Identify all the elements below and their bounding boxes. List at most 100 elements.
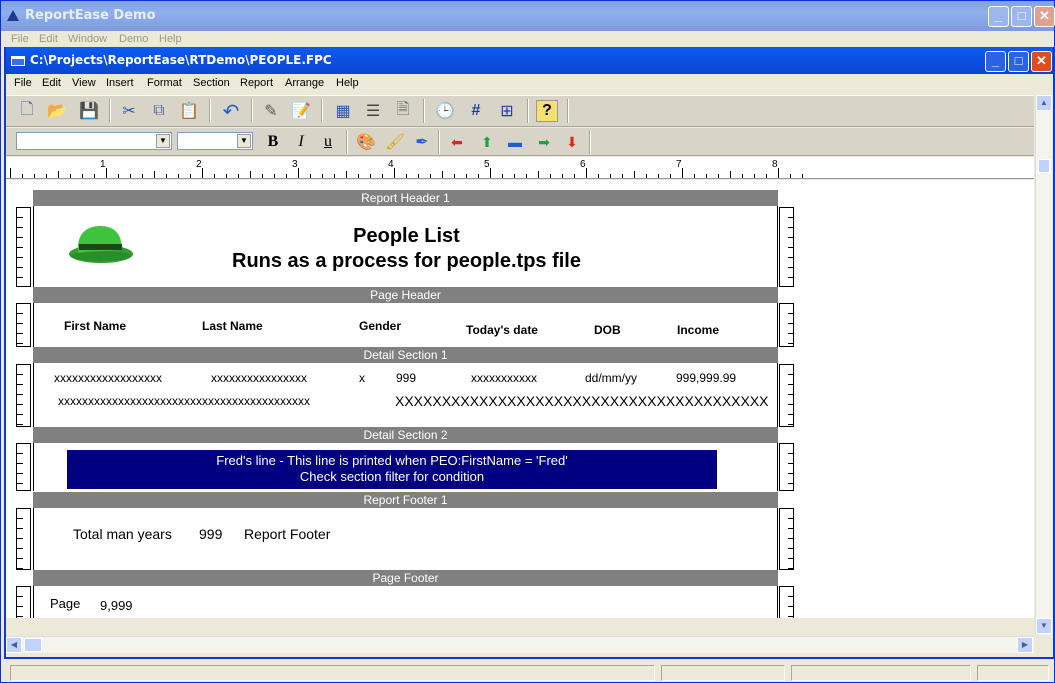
menu-insert[interactable]: Insert	[106, 77, 134, 89]
section-page-header[interactable]: First Name Last Name Gender Today's date…	[33, 303, 778, 347]
new-file-icon[interactable]: 🗋	[16, 100, 38, 122]
italic-button[interactable]: I	[290, 131, 312, 153]
ruler-tick	[250, 171, 251, 178]
table-icon[interactable]: ▦	[332, 100, 354, 122]
app-menu-demo[interactable]: Demo	[119, 33, 148, 45]
vertical-scroll-thumb[interactable]	[1038, 159, 1050, 173]
section-page-footer[interactable]: Page 9,999	[33, 586, 778, 618]
app-minimize-button[interactable]: _	[988, 6, 1009, 27]
ruler-tick	[454, 174, 455, 178]
col-dob[interactable]: DOB	[594, 323, 621, 337]
fill-brush-icon[interactable]: 🖌	[384, 131, 406, 153]
menu-format[interactable]: Format	[147, 77, 182, 89]
field-line2-right[interactable]: XXXXXXXXXXXXXXXXXXXXXXXXXXXXXXXXXXXXXXXX	[395, 393, 769, 409]
field-icon[interactable]: ⊞	[496, 100, 518, 122]
field-number[interactable]: 999	[396, 371, 416, 385]
document-maximize-button[interactable]: □	[1008, 51, 1029, 72]
align-center-icon[interactable]: ▬	[504, 131, 526, 153]
field-first-name[interactable]: xxxxxxxxxxxxxxxxxx	[54, 371, 162, 385]
field-dob[interactable]: dd/mm/yy	[585, 371, 637, 385]
menu-arrange[interactable]: Arrange	[285, 77, 324, 89]
document-close-button[interactable]: ✕	[1031, 51, 1052, 72]
app-menu-window[interactable]: Window	[68, 33, 107, 45]
col-gender[interactable]: Gender	[359, 319, 401, 333]
help-icon[interactable]: ?	[536, 100, 558, 122]
field-income[interactable]: 999,999.99	[676, 371, 736, 385]
align-top-icon[interactable]: ⬆	[476, 131, 498, 153]
chevron-down-icon[interactable]: ▼	[156, 134, 170, 148]
field-todays-date[interactable]: xxxxxxxxxxx	[471, 371, 537, 385]
section-detail-2[interactable]: Fred's line - This line is printed when …	[33, 443, 778, 491]
scroll-right-icon[interactable]: ▶	[1017, 637, 1033, 653]
align-right-icon[interactable]: ➡	[533, 131, 555, 153]
notes-icon[interactable]: 📝	[290, 100, 312, 122]
vertical-scrollbar[interactable]: ▲ ▼	[1035, 95, 1052, 635]
open-folder-icon[interactable]: 📂	[46, 100, 68, 122]
field-last-name[interactable]: xxxxxxxxxxxxxxxx	[211, 371, 307, 385]
undo-icon[interactable]: ↶	[220, 100, 242, 123]
menu-help[interactable]: Help	[336, 77, 359, 89]
bold-button[interactable]: B	[262, 131, 284, 153]
palette-icon[interactable]: 🎨	[355, 131, 377, 153]
paste-icon[interactable]: 📋	[178, 100, 200, 122]
horizontal-ruler[interactable]: 1 2 3 4 5 6 7 8	[6, 157, 1034, 179]
underline-button[interactable]: u	[317, 131, 339, 153]
cut-icon[interactable]: ✂	[118, 100, 140, 122]
document-title-bar[interactable]: C:\Projects\ReportEase\RTDemo\PEOPLE.FPC…	[6, 47, 1053, 74]
font-name-combo[interactable]: ▼	[16, 132, 172, 150]
report-design-canvas[interactable]: Report Header 1 People List Runs as a pr…	[6, 180, 1034, 618]
app-title-bar[interactable]: ReportEase Demo _ □ ✕	[1, 1, 1055, 31]
horizontal-scrollbar[interactable]: ◀ ▶	[6, 636, 1034, 653]
align-left-icon[interactable]: ⬅	[446, 131, 468, 153]
font-size-combo[interactable]: ▼	[177, 132, 253, 150]
menu-file[interactable]: File	[14, 77, 32, 89]
section-report-header[interactable]: People List Runs as a process for people…	[33, 206, 778, 287]
total-man-years-label[interactable]: Total man years	[73, 526, 172, 542]
col-first-name[interactable]: First Name	[64, 319, 126, 333]
horizontal-scroll-thumb[interactable]	[24, 638, 42, 652]
field-gender[interactable]: x	[359, 371, 365, 385]
report-footer-text[interactable]: Report Footer	[244, 526, 330, 542]
col-income[interactable]: Income	[677, 323, 719, 337]
report-title[interactable]: People List	[34, 225, 779, 248]
app-menu-help[interactable]: Help	[159, 33, 182, 45]
section-report-footer[interactable]: Total man years 999 Report Footer	[33, 508, 778, 570]
scroll-down-icon[interactable]: ▼	[1036, 618, 1052, 634]
edit-pen-icon[interactable]: ✎	[260, 100, 282, 122]
date-time-icon[interactable]: 🕒	[434, 100, 456, 122]
menu-report[interactable]: Report	[240, 77, 273, 89]
band-detail-1[interactable]: Detail Section 1	[33, 347, 778, 363]
app-maximize-button[interactable]: □	[1011, 6, 1032, 27]
app-menu-edit[interactable]: Edit	[39, 33, 58, 45]
total-man-years-value[interactable]: 999	[199, 526, 222, 542]
line-pen-icon[interactable]: ✒	[411, 131, 433, 153]
copy-icon[interactable]: ⧉	[148, 100, 170, 122]
band-report-footer[interactable]: Report Footer 1	[33, 492, 778, 508]
align-bottom-icon[interactable]: ⬇	[561, 131, 583, 153]
app-close-button[interactable]: ✕	[1034, 6, 1055, 27]
menu-section[interactable]: Section	[193, 77, 230, 89]
report-subtitle[interactable]: Runs as a process for people.tps file	[34, 250, 779, 273]
scroll-left-icon[interactable]: ◀	[6, 637, 22, 653]
col-todays-date[interactable]: Today's date	[466, 323, 538, 337]
section-detail-1[interactable]: xxxxxxxxxxxxxxxxxx xxxxxxxxxxxxxxxx x 99…	[33, 363, 778, 427]
field-line2-left[interactable]: xxxxxxxxxxxxxxxxxxxxxxxxxxxxxxxxxxxxxxxx…	[58, 394, 310, 408]
band-page-footer[interactable]: Page Footer	[33, 570, 778, 586]
menu-view[interactable]: View	[72, 77, 96, 89]
menu-edit[interactable]: Edit	[42, 77, 61, 89]
band-report-header[interactable]: Report Header 1	[33, 190, 778, 206]
band-page-header[interactable]: Page Header	[33, 287, 778, 303]
col-last-name[interactable]: Last Name	[202, 319, 263, 333]
scroll-up-icon[interactable]: ▲	[1036, 95, 1052, 111]
page-label[interactable]: Page	[50, 596, 80, 611]
band-detail-2[interactable]: Detail Section 2	[33, 427, 778, 443]
page-number-value[interactable]: 9,999	[100, 598, 133, 613]
app-menu-file[interactable]: File	[11, 33, 29, 45]
freds-line-box[interactable]: Fred's line - This line is printed when …	[67, 450, 717, 489]
document-minimize-button[interactable]: _	[985, 51, 1006, 72]
list-icon[interactable]: ☰	[362, 100, 384, 122]
chevron-down-icon[interactable]: ▼	[237, 134, 251, 148]
page-icon[interactable]: 🗎	[392, 100, 414, 122]
save-icon[interactable]: 💾	[78, 100, 100, 122]
page-number-icon[interactable]: #	[465, 100, 487, 122]
